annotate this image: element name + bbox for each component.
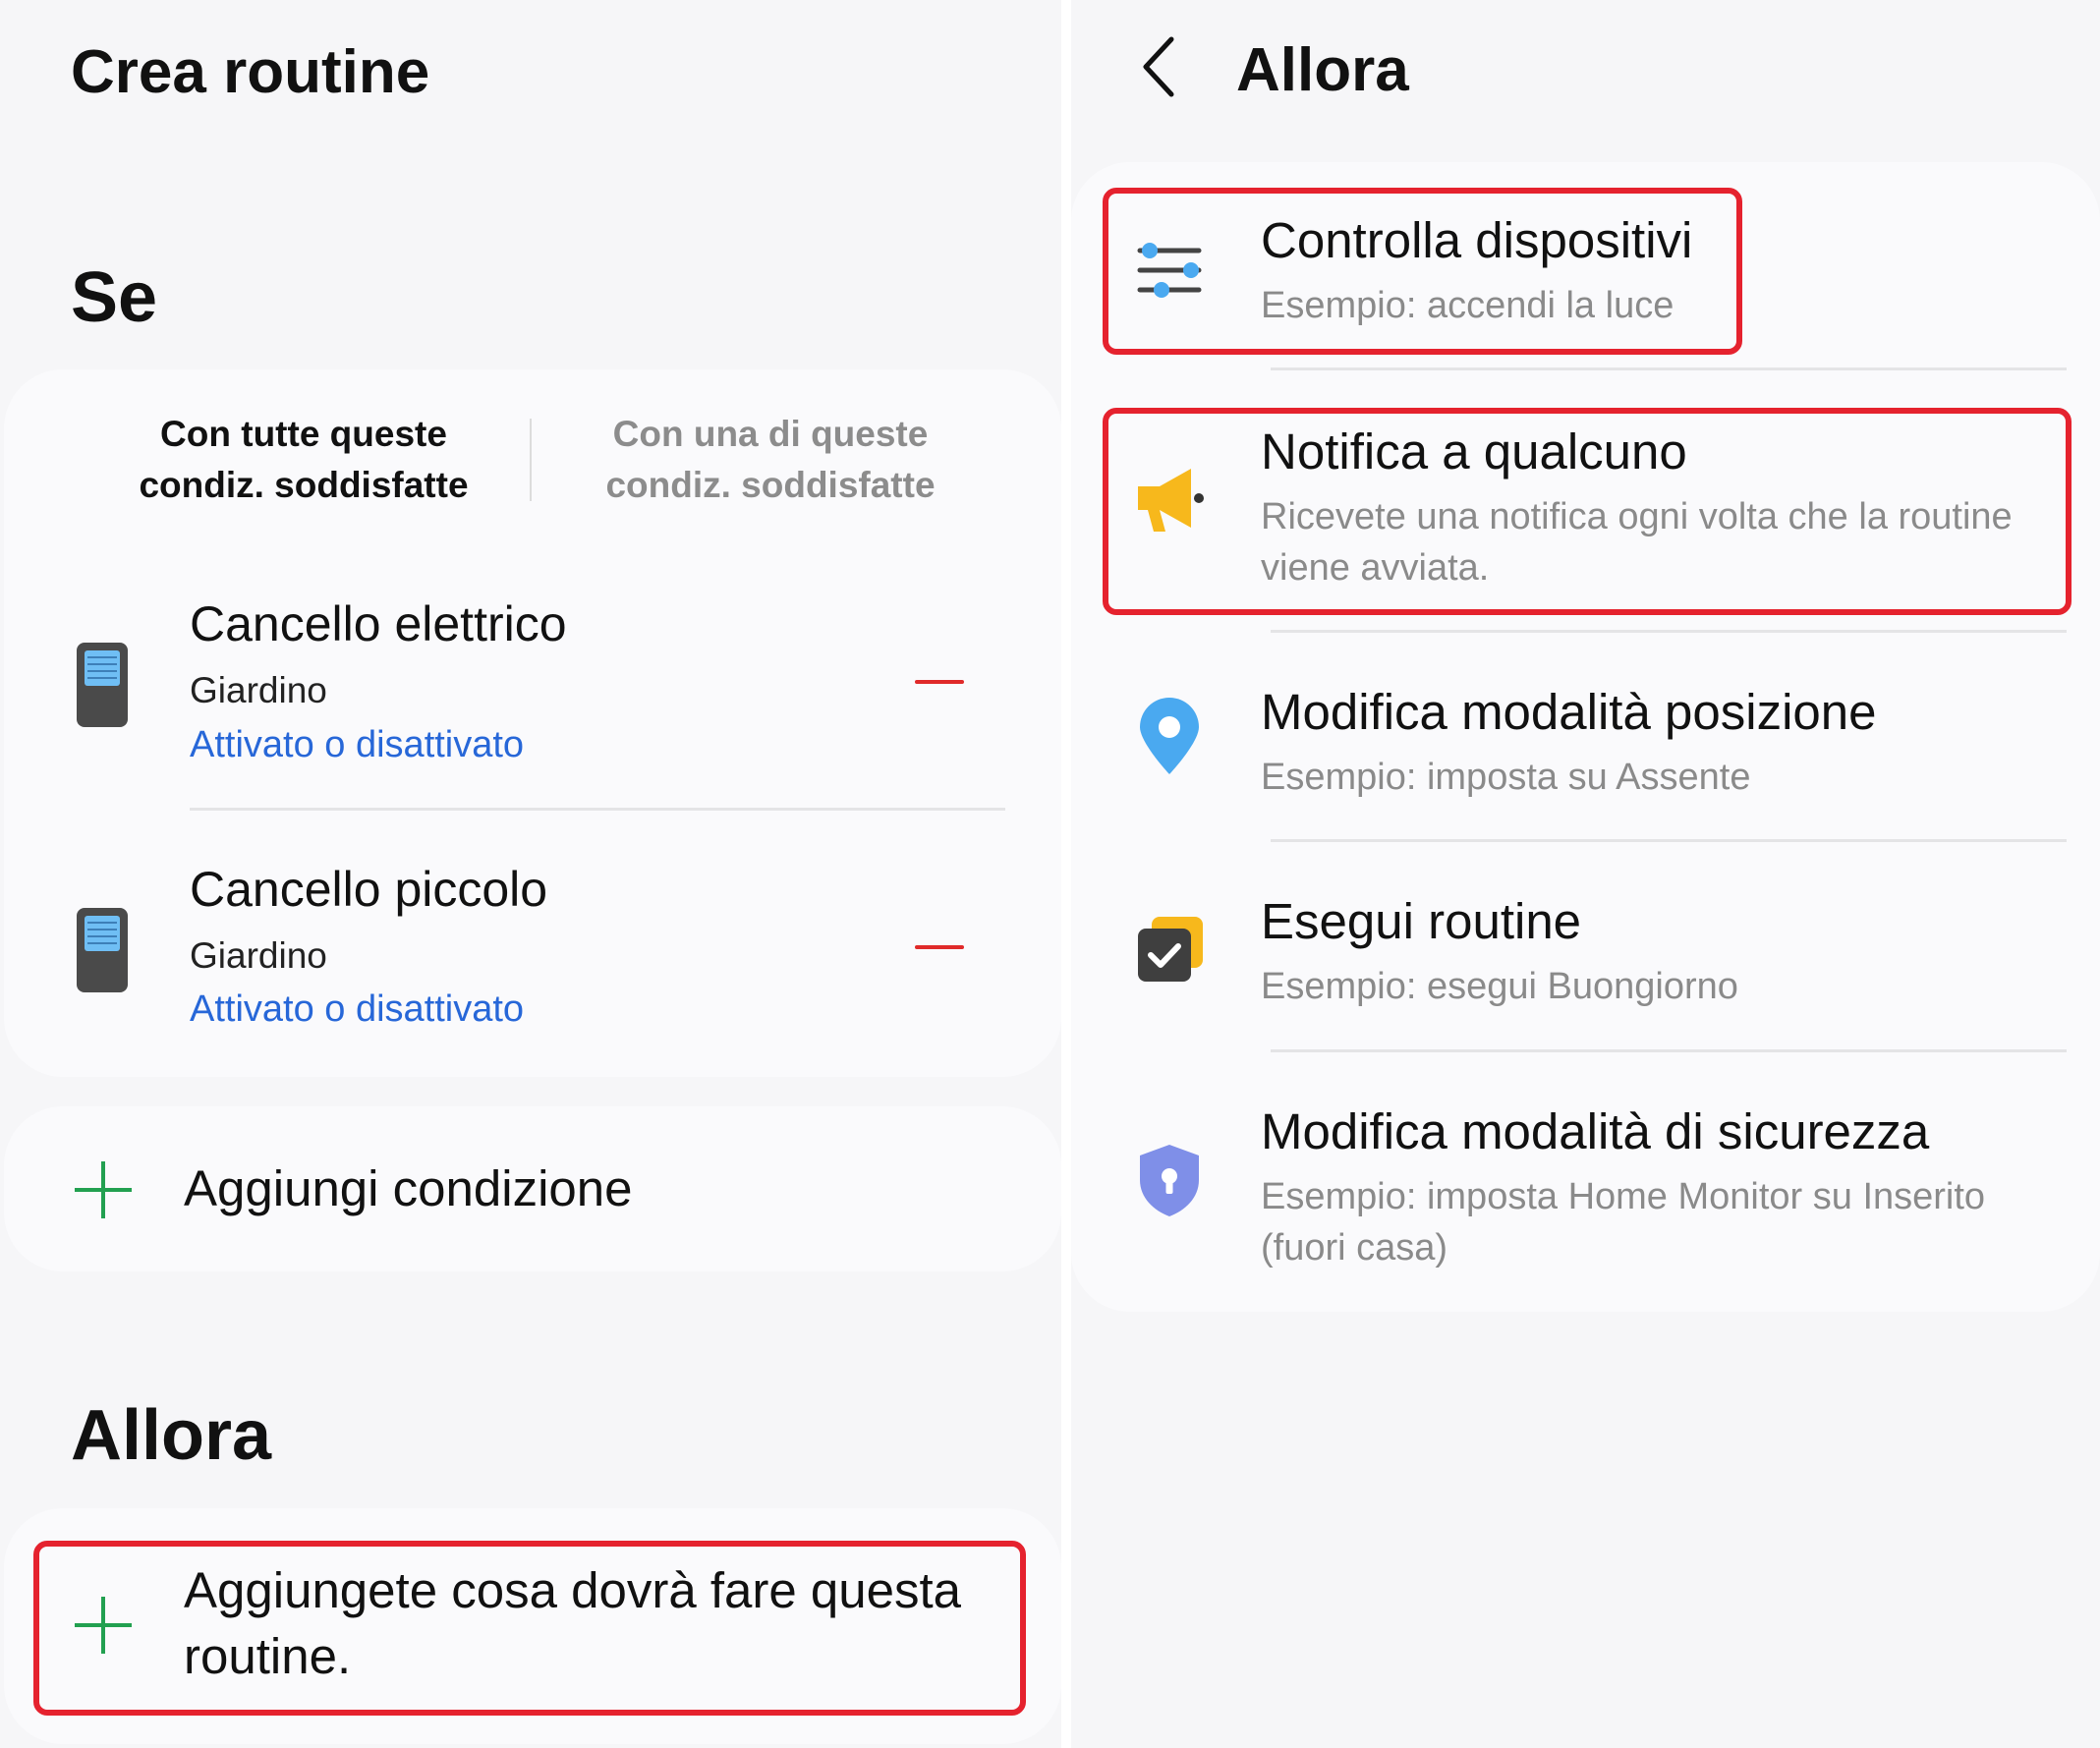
segment-all-conditions[interactable]: Con tutte queste condiz. soddisfatte [137, 409, 471, 511]
plus-icon [75, 1597, 132, 1654]
segment-any-line2: condiz. soddisfatte [605, 465, 936, 505]
add-condition-label: Aggiungi condizione [184, 1160, 633, 1216]
option-title: Esegui routine [1261, 893, 1582, 949]
add-action-label-line2: routine. [184, 1628, 352, 1684]
segment-all-line1: Con tutte queste [160, 414, 447, 454]
then-section-title: Allora [71, 1396, 272, 1475]
add-condition-button[interactable]: Aggiungi condizione [4, 1106, 1061, 1271]
option-subtitle: Esempio: esegui Buongiorno [1261, 966, 1738, 1007]
row-divider [1271, 367, 2067, 370]
option-title: Modifica modalità posizione [1261, 684, 1877, 740]
megaphone-icon [1138, 469, 1204, 532]
row-divider [1271, 630, 2067, 633]
row-divider [1271, 839, 2067, 842]
page-title: Crea routine [71, 38, 430, 106]
segment-divider [530, 419, 532, 501]
condition-room: Giardino [190, 935, 327, 976]
create-routine-panel: Crea routine Se Con tutte queste condiz.… [0, 0, 1061, 1748]
option-subtitle-line2: (fuori casa) [1261, 1227, 1448, 1269]
option-subtitle: Ricevete una notifica ogni volta che la … [1261, 496, 2013, 537]
condition-room: Giardino [190, 670, 327, 710]
option-subtitle: Esempio: imposta Home Monitor su Inserit… [1261, 1176, 1986, 1217]
location-pin-icon [1140, 698, 1199, 774]
add-action-label-line1: Aggiungete cosa dovrà fare questa [184, 1562, 962, 1618]
option-subtitle-line2: viene avviata. [1261, 547, 1490, 589]
if-section-title: Se [71, 258, 158, 337]
security-shield-icon [1140, 1145, 1199, 1216]
plus-icon [75, 1161, 132, 1218]
conditions-card: Con tutte queste condiz. soddisfatte Con… [4, 369, 1061, 1077]
panel-divider [1061, 0, 1071, 1748]
device-icon [77, 643, 128, 727]
routine-check-icon [1138, 917, 1203, 982]
option-title: Controlla dispositivi [1261, 212, 1693, 268]
segment-all-line2: condiz. soddisfatte [139, 465, 469, 505]
segment-any-condition[interactable]: Con una di queste condiz. soddisfatte [594, 409, 947, 511]
add-action-button[interactable]: Aggiungete cosa dovrà fare questa routin… [4, 1508, 1061, 1744]
add-action-label: Aggiungete cosa dovrà fare questa routin… [184, 1557, 1029, 1689]
back-arrow-icon[interactable] [1132, 35, 1191, 98]
option-subtitle: Esempio: imposta su Assente [1261, 757, 1751, 798]
option-title: Notifica a qualcuno [1261, 423, 1687, 479]
options-card: Controlla dispositivi Esempio: accendi l… [1071, 162, 2100, 1312]
then-options-panel: Allora Controlla dispositivi Esempio: ac… [1071, 0, 2100, 1748]
device-icon [77, 908, 128, 992]
row-divider [190, 808, 1005, 811]
remove-condition-button[interactable] [912, 664, 967, 700]
option-subtitle: Esempio: accendi la luce [1261, 285, 1674, 326]
segment-any-line1: Con una di queste [612, 414, 929, 454]
condition-state-link[interactable]: Attivato o disattivato [190, 724, 524, 766]
row-divider [1271, 1049, 2067, 1052]
condition-state-link[interactable]: Attivato o disattivato [190, 988, 524, 1031]
option-title: Modifica modalità di sicurezza [1261, 1103, 1930, 1159]
condition-name: Cancello elettrico [190, 596, 567, 651]
condition-name: Cancello piccolo [190, 862, 548, 917]
sliders-icon [1137, 243, 1202, 298]
remove-condition-button[interactable] [912, 930, 967, 965]
page-title: Allora [1236, 36, 1409, 104]
